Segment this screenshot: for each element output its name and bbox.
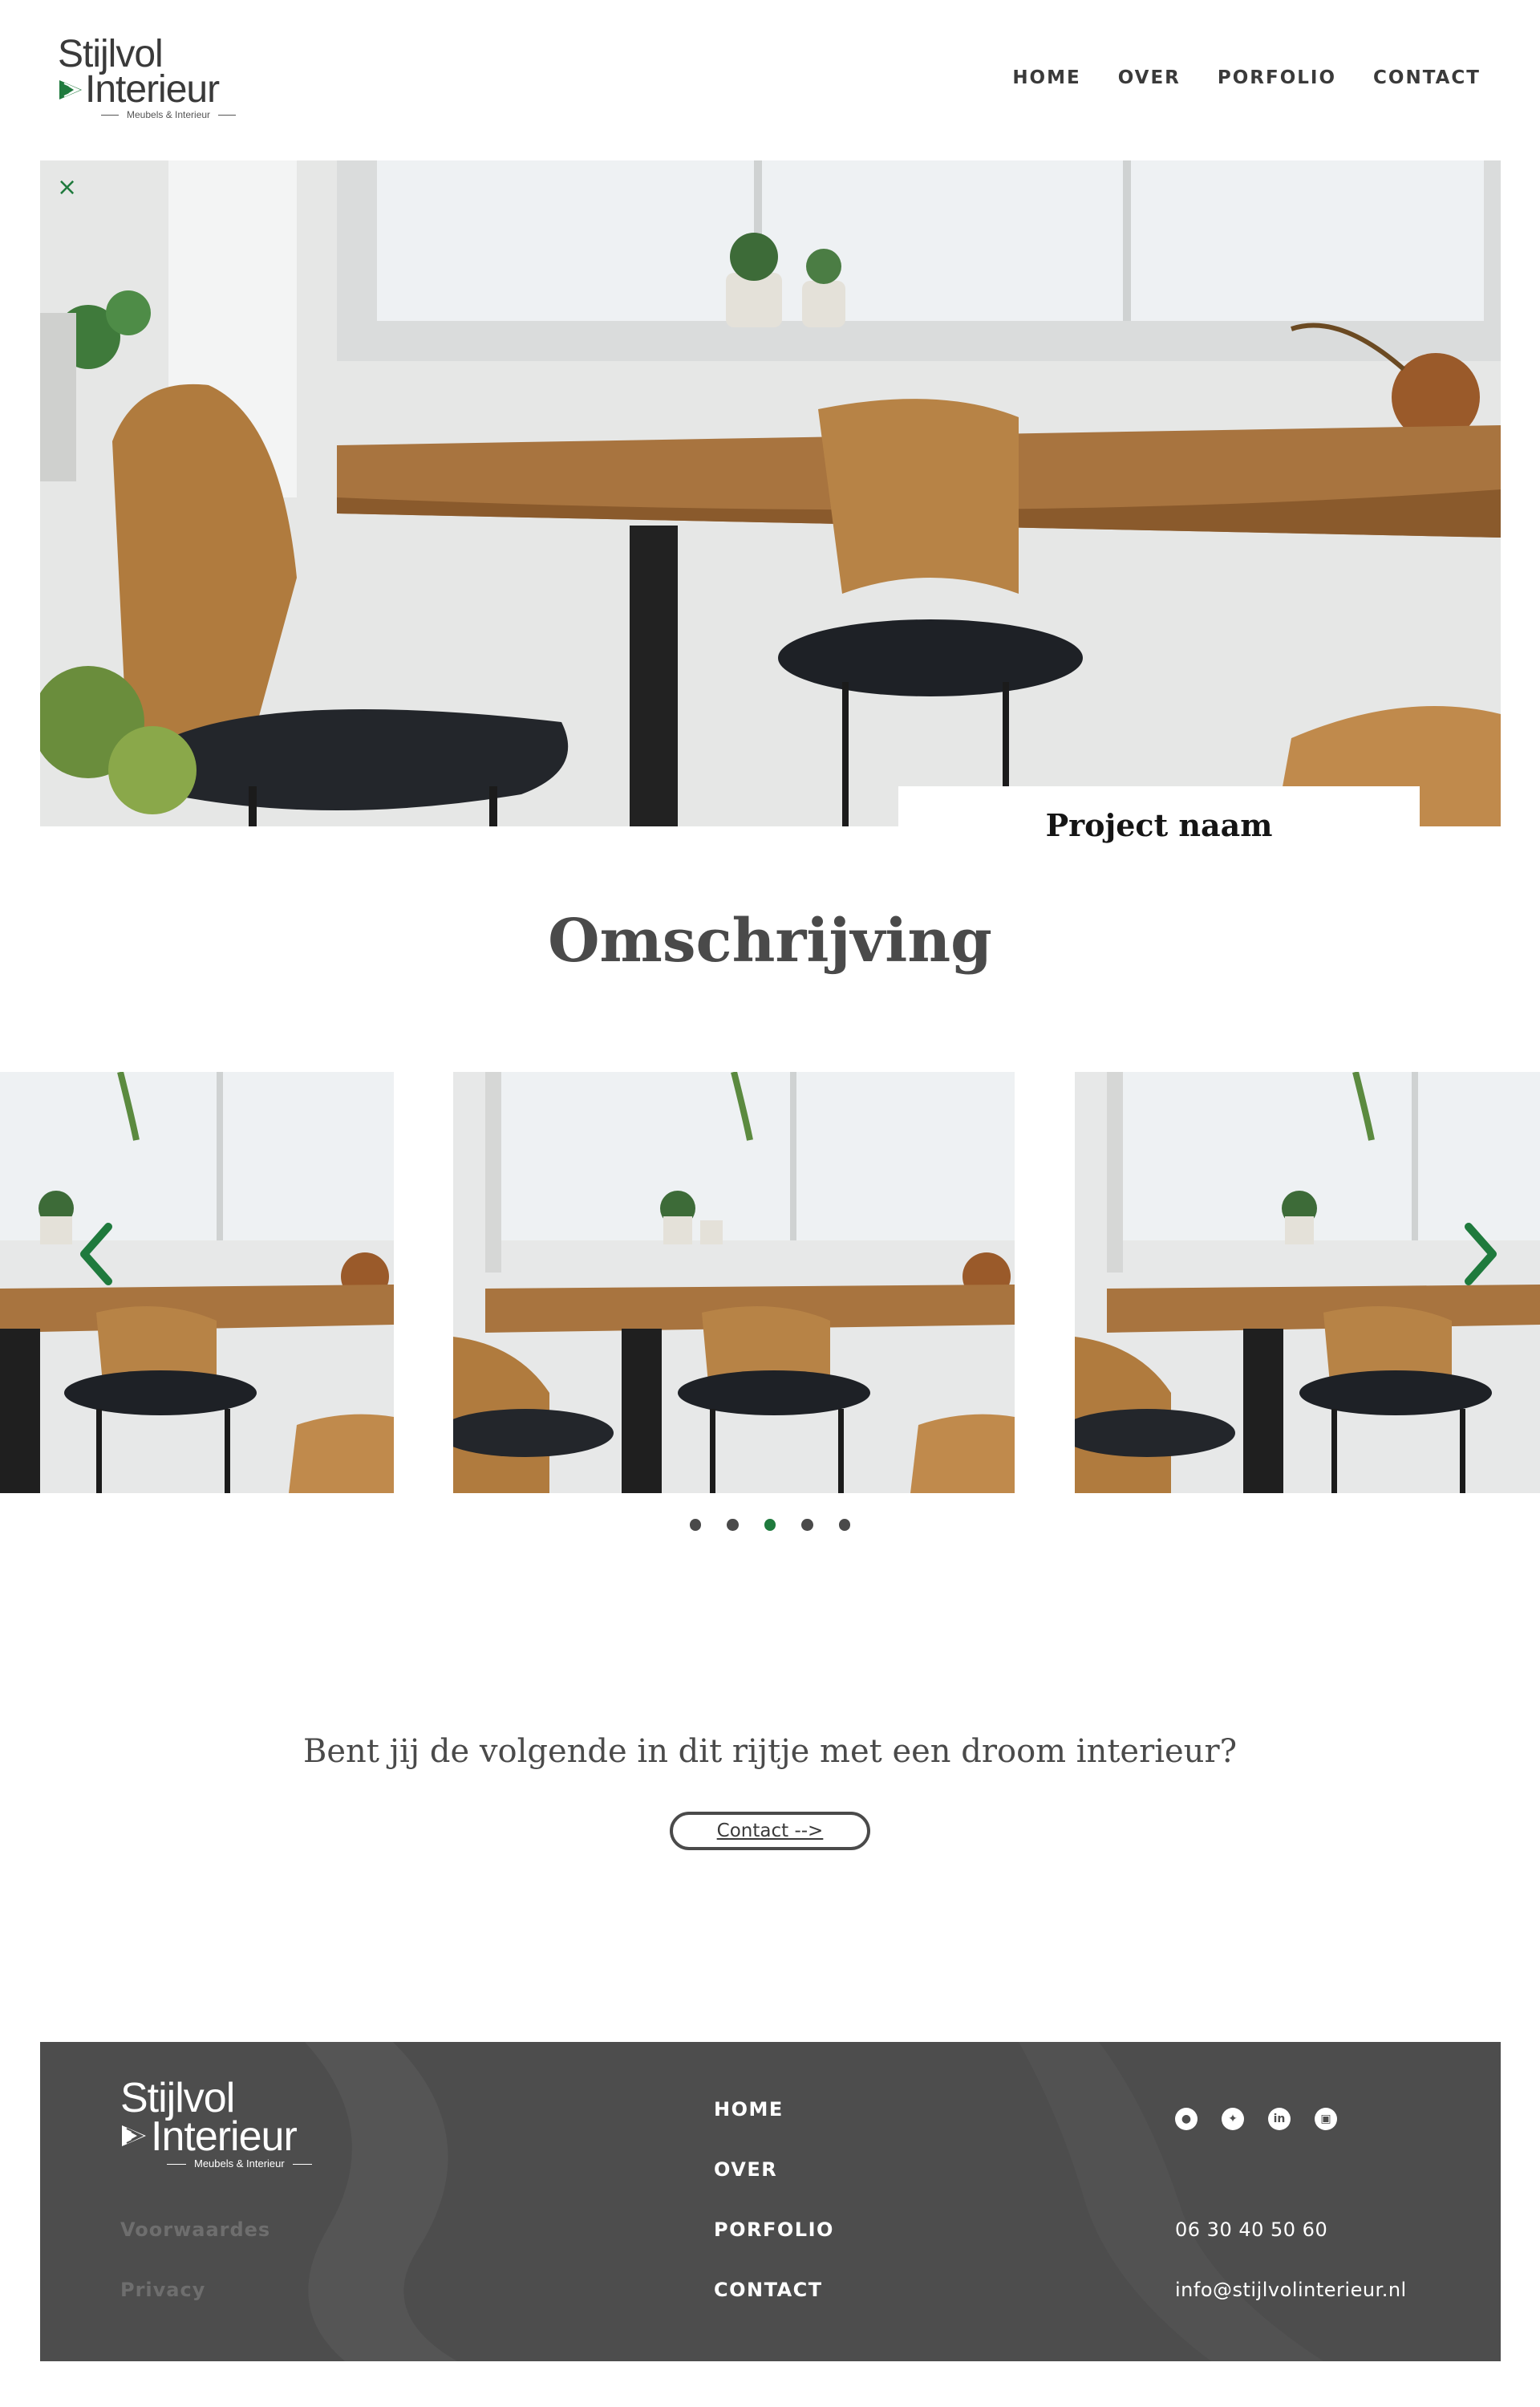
carousel-dots: [690, 1519, 851, 1531]
instagram-icon[interactable]: ▣: [1315, 2108, 1337, 2130]
footer-nav-over[interactable]: OVER: [714, 2158, 1441, 2181]
carousel-dot[interactable]: [727, 1519, 739, 1531]
hero-image: [40, 160, 1501, 826]
linkedin-icon[interactable]: in: [1268, 2108, 1291, 2130]
slide-image: [0, 1072, 394, 1493]
cta-text: Bent jij de volgende in dit rijtje met e…: [302, 1733, 1238, 1770]
contact-button[interactable]: Contact -->: [670, 1812, 870, 1850]
logo-mark-icon: [59, 80, 82, 99]
footer-voorwaardes-link[interactable]: Voorwaardes: [120, 2218, 270, 2241]
nav-contact[interactable]: CONTACT: [1373, 67, 1481, 88]
logo-tagline: Meubels & Interieur: [93, 109, 244, 120]
carousel-slide-active[interactable]: [453, 1072, 1015, 1493]
footer-email[interactable]: info@stijlvolinterieur.nl: [1175, 2279, 1407, 2301]
footer-privacy-link[interactable]: Privacy: [120, 2279, 205, 2301]
footer-logo-tagline: Meubels & Interieur: [159, 2157, 320, 2170]
carousel-dot[interactable]: [690, 1519, 702, 1531]
nav-portfolio[interactable]: PORFOLIO: [1218, 67, 1336, 88]
footer-logo-mark-icon: [122, 2125, 146, 2146]
footer-nav-portfolio[interactable]: PORFOLIO: [714, 2218, 1441, 2241]
close-icon[interactable]: ×: [57, 176, 81, 200]
project-name: Project naam: [1045, 807, 1273, 843]
carousel-dot-active[interactable]: [764, 1519, 776, 1531]
footer-logo-word-interieur: Interieur: [151, 2113, 298, 2160]
carousel-dot[interactable]: [838, 1519, 851, 1531]
twitter-icon[interactable]: ✦: [1222, 2108, 1244, 2130]
section-title: Omschrijving: [548, 907, 992, 976]
nav-home[interactable]: HOME: [1012, 67, 1080, 88]
footer-phone[interactable]: 06 30 40 50 60: [1175, 2218, 1327, 2241]
logo-word-interieur: Interieur: [85, 68, 220, 111]
carousel-next-icon[interactable]: [1457, 1218, 1505, 1290]
footer: Stijlvol Interieur Meubels & Interieur V…: [40, 2042, 1501, 2361]
project-name-card: Project naam: [898, 786, 1420, 863]
slide-image: [453, 1072, 1015, 1493]
carousel-slide[interactable]: [0, 1072, 394, 1493]
snapchat-icon[interactable]: ●: [1175, 2108, 1198, 2130]
main-nav: HOME OVER PORFOLIO CONTACT: [1012, 67, 1481, 88]
social-icons: ● ✦ in ▣: [1175, 2108, 1337, 2130]
footer-logo[interactable]: Stijlvol Interieur Meubels & Interieur: [120, 2074, 345, 2178]
carousel-dot[interactable]: [801, 1519, 813, 1531]
carousel-prev-icon[interactable]: [72, 1218, 120, 1290]
nav-over[interactable]: OVER: [1118, 67, 1181, 88]
site-logo[interactable]: Stijlvol Interieur Meubels & Interieur: [58, 32, 250, 128]
hero-dining-scene: [40, 160, 1501, 826]
